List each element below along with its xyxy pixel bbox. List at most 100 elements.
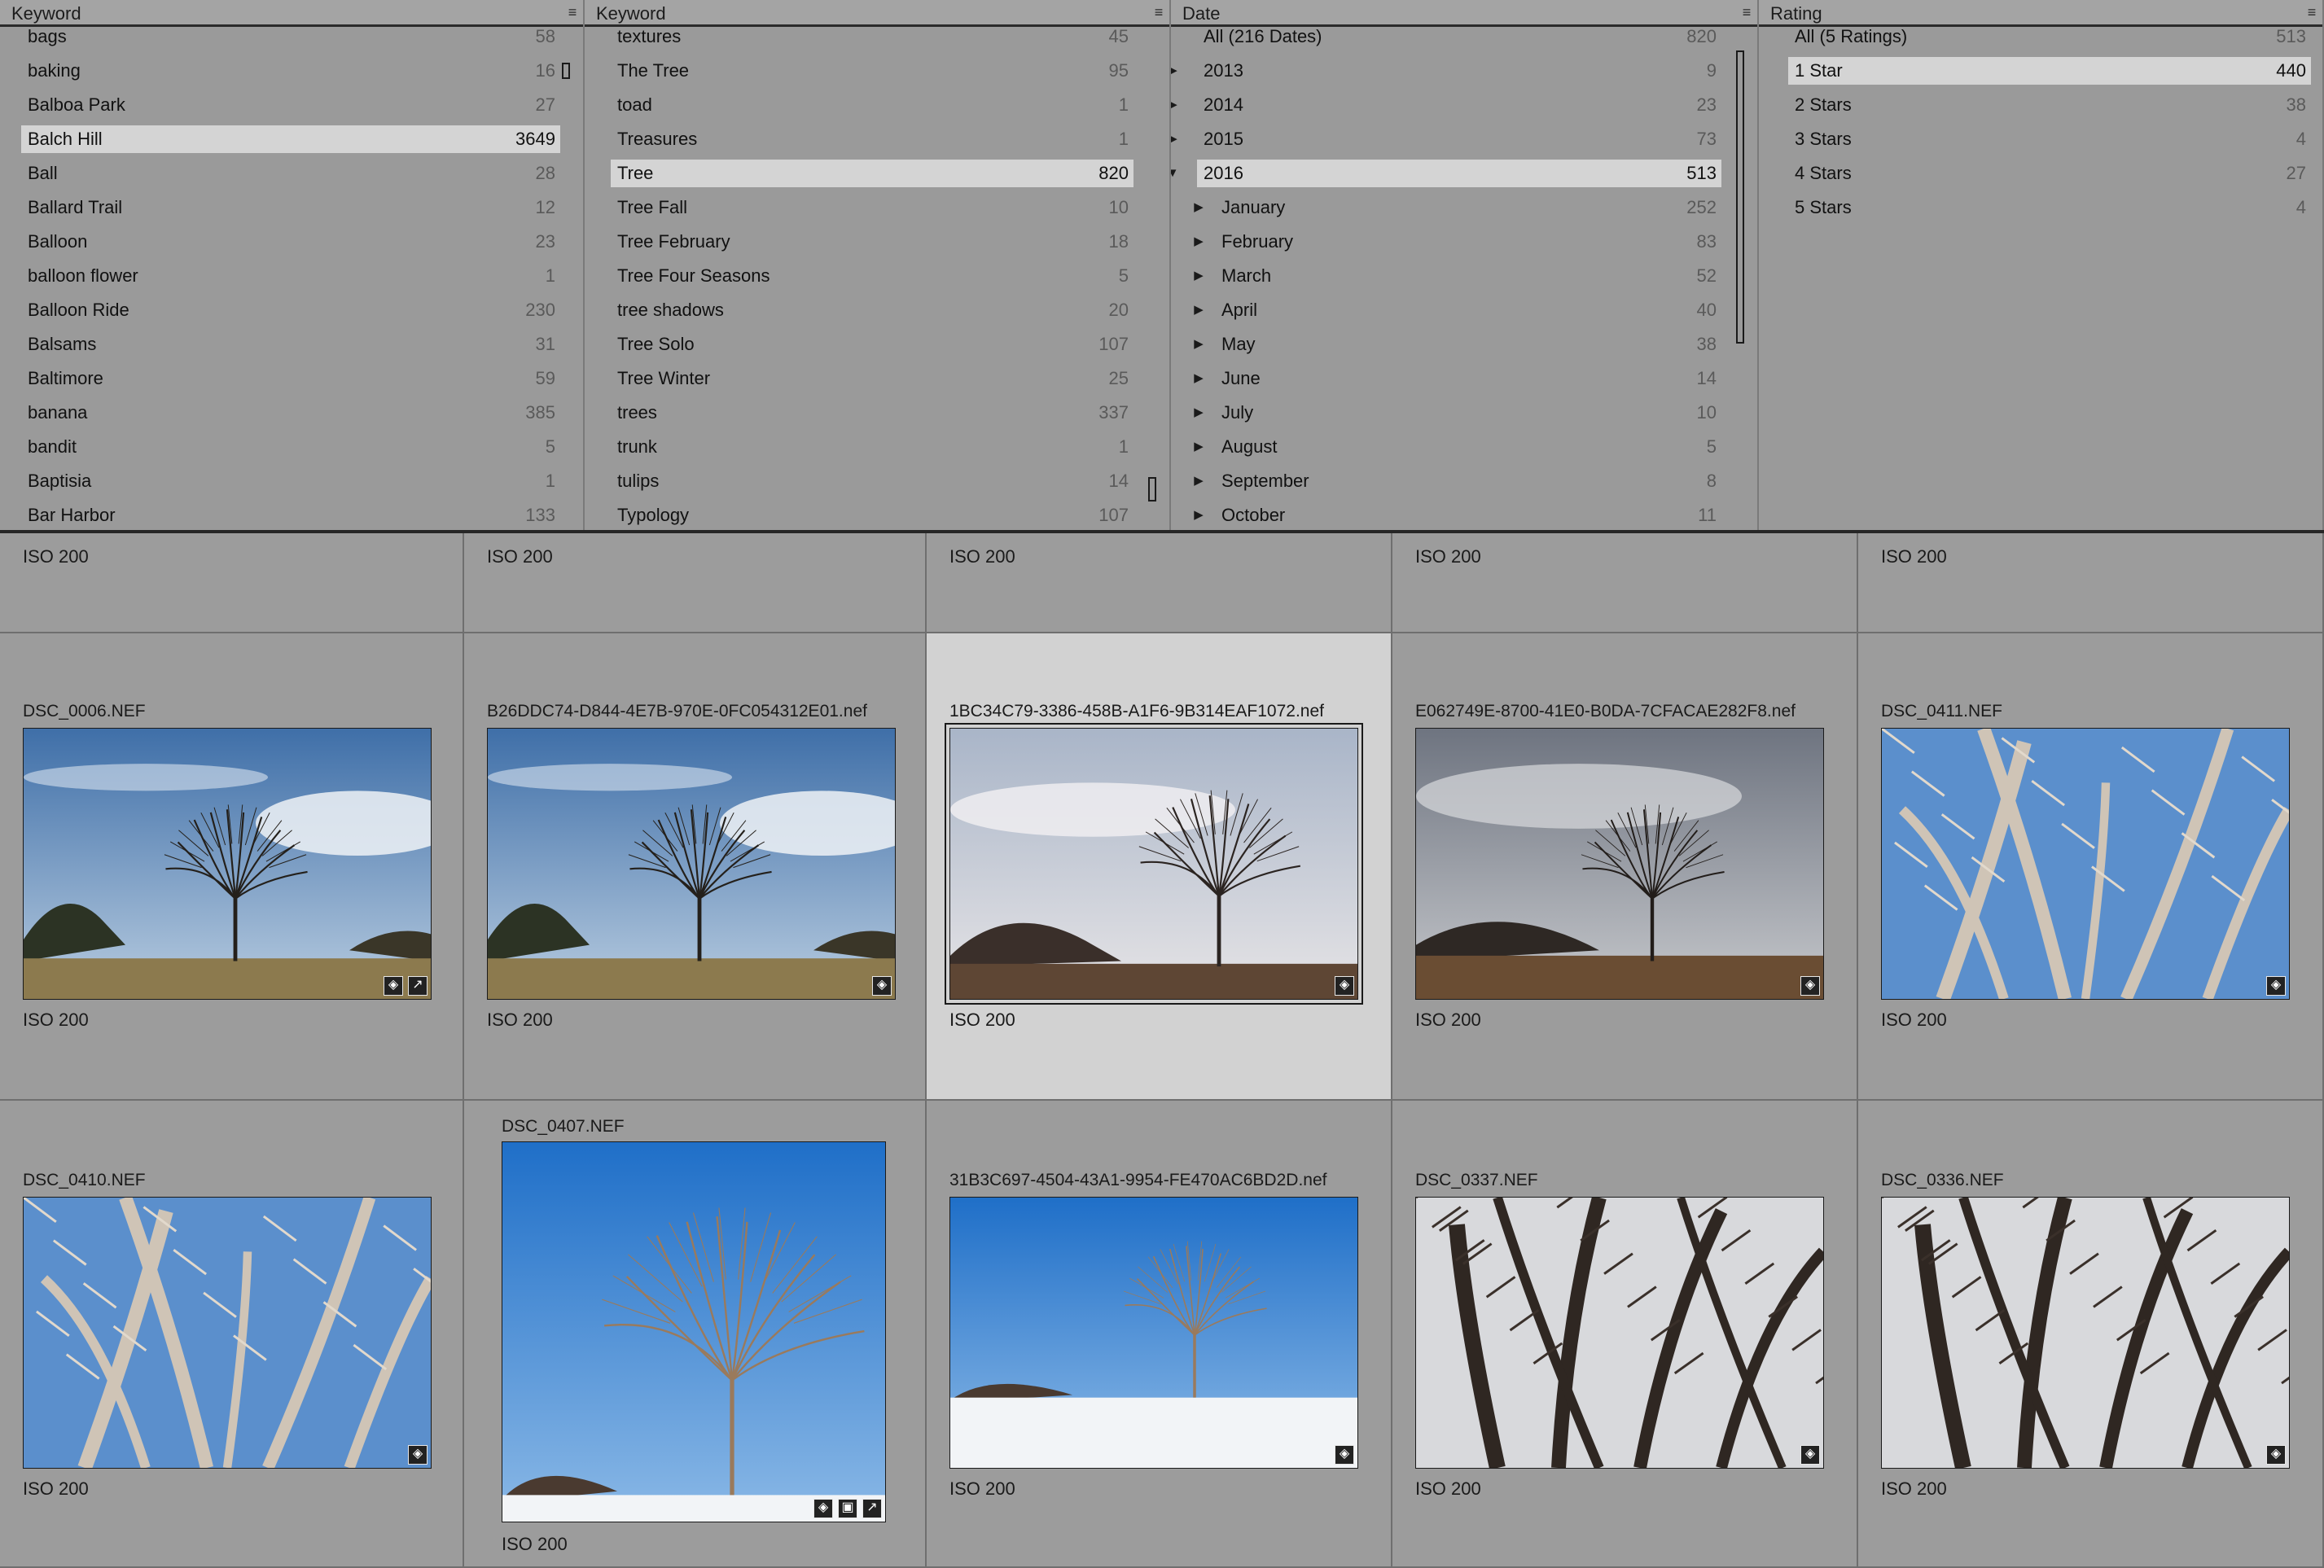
filter-row[interactable]: baking 16 <box>21 57 560 85</box>
disclosure-collapsed-icon[interactable]: ▶ <box>1171 57 1181 85</box>
filter-column-header[interactable]: Date <box>1171 0 1757 27</box>
filter-row[interactable]: ▶ January 252 <box>1194 194 1721 221</box>
filter-row[interactable]: 1 Star 440 <box>1788 57 2311 85</box>
filter-row[interactable]: 5 Stars 4 <box>1788 194 2311 221</box>
keyword-badge-icon[interactable]: ◈ <box>1800 976 1820 996</box>
scrollbar-thumb[interactable] <box>1148 477 1156 501</box>
photo-cell[interactable]: 1BC34C79-3386-458B-A1F6-9B314EAF1072.nef… <box>927 633 1392 1101</box>
grid-cell[interactable]: ISO 200 <box>0 533 464 633</box>
photo-thumbnail[interactable]: ◈ <box>1881 728 2290 1000</box>
filter-row[interactable]: Tree Solo 107 <box>611 331 1133 358</box>
photo-cell[interactable]: E062749E-8700-41E0-B0DA-7CFACAE282F8.nef… <box>1392 633 1858 1101</box>
keyword-badge-icon[interactable]: ◈ <box>872 976 892 996</box>
grid-cell[interactable]: ISO 200 <box>464 533 927 633</box>
scrollbar[interactable] <box>562 39 573 520</box>
photo-thumbnail[interactable]: ◈ <box>949 1197 1358 1469</box>
scrollbar-thumb[interactable] <box>1736 50 1744 344</box>
filter-row[interactable]: ▶ March 52 <box>1194 262 1721 290</box>
filter-row[interactable]: Treasures 1 <box>611 125 1133 153</box>
photo-cell[interactable]: DSC_0410.NEF ◈ ISO 200 <box>0 1101 464 1568</box>
photo-cell[interactable]: 31B3C697-4504-43A1-9954-FE470AC6BD2D.nef… <box>927 1101 1392 1568</box>
keyword-badge-icon[interactable]: ◈ <box>2266 976 2286 996</box>
disclosure-collapsed-icon[interactable]: ▶ <box>1171 125 1181 153</box>
keyword-badge-icon[interactable]: ◈ <box>384 976 403 996</box>
photo-cell[interactable]: DSC_0411.NEF ◈ ISO 200 <box>1858 633 2324 1101</box>
filter-column-title[interactable]: Rating <box>1770 3 1822 24</box>
grid-cell[interactable]: ISO 200 <box>1392 533 1858 633</box>
photo-thumbnail[interactable]: ◈ <box>1415 728 1824 1000</box>
filter-column-title[interactable]: Date <box>1182 3 1220 24</box>
filter-row[interactable]: textures 45 <box>611 23 1133 50</box>
disclosure-collapsed-icon[interactable]: ▶ <box>1191 365 1207 392</box>
filter-row[interactable]: 3 Stars 4 <box>1788 125 2311 153</box>
scrollbar[interactable] <box>1736 39 1747 520</box>
keyword-badge-icon[interactable]: ◈ <box>1335 976 1354 996</box>
filter-row[interactable]: trees 337 <box>611 399 1133 427</box>
photo-cell[interactable]: DSC_0336.NEF ◈ ISO 200 <box>1858 1101 2324 1568</box>
develop-badge-icon[interactable]: ↗ <box>408 976 428 996</box>
filter-row[interactable]: Balloon 23 <box>21 228 560 256</box>
photo-thumbnail[interactable]: ◈ <box>949 728 1358 1000</box>
grid-cell[interactable]: ISO 200 <box>1858 533 2324 633</box>
filter-row[interactable]: Baptisia 1 <box>21 467 560 495</box>
filter-row[interactable]: Ball 28 <box>21 160 560 187</box>
disclosure-collapsed-icon[interactable]: ▶ <box>1171 91 1181 119</box>
filter-row[interactable]: ▶ 2013 9 <box>1171 57 1721 85</box>
filter-row[interactable]: 2 Stars 38 <box>1788 91 2311 119</box>
keyword-badge-icon[interactable]: ◈ <box>1800 1445 1820 1465</box>
disclosure-collapsed-icon[interactable]: ▶ <box>1191 433 1207 461</box>
column-menu-icon[interactable] <box>1741 7 1752 20</box>
filter-row[interactable]: The Tree 95 <box>611 57 1133 85</box>
disclosure-expanded-icon[interactable]: ▼ <box>1171 160 1181 187</box>
filter-row[interactable]: ▶ June 14 <box>1194 365 1721 392</box>
filter-row[interactable]: Tree February 18 <box>611 228 1133 256</box>
filter-row[interactable]: Balloon Ride 230 <box>21 296 560 324</box>
photo-thumbnail[interactable]: ◈ <box>1415 1197 1824 1469</box>
disclosure-collapsed-icon[interactable]: ▶ <box>1191 399 1207 427</box>
disclosure-collapsed-icon[interactable]: ▶ <box>1191 262 1207 290</box>
filter-column-header[interactable]: Keyword <box>0 0 583 27</box>
filter-row[interactable]: ▶ May 38 <box>1194 331 1721 358</box>
filter-column-title[interactable]: Keyword <box>596 3 666 24</box>
filter-row[interactable]: All (216 Dates) 820 <box>1197 23 1721 50</box>
keyword-badge-icon[interactable]: ◈ <box>408 1445 428 1465</box>
crop-badge-icon[interactable]: ▣ <box>838 1499 857 1518</box>
filter-row[interactable]: ▶ April 40 <box>1194 296 1721 324</box>
filter-row[interactable]: Baltimore 59 <box>21 365 560 392</box>
filter-row[interactable]: ▶ 2015 73 <box>1171 125 1721 153</box>
disclosure-collapsed-icon[interactable]: ▶ <box>1191 228 1207 256</box>
disclosure-collapsed-icon[interactable]: ▶ <box>1191 194 1207 221</box>
photo-cell[interactable]: B26DDC74-D844-4E7B-970E-0FC054312E01.nef… <box>464 633 927 1101</box>
filter-row[interactable]: ▶ October 11 <box>1194 501 1721 529</box>
scrollbar[interactable] <box>1148 39 1160 520</box>
filter-column-header[interactable]: Rating <box>1759 0 2322 27</box>
filter-row[interactable]: ▶ 2014 23 <box>1171 91 1721 119</box>
photo-thumbnail[interactable]: ◈ <box>487 728 896 1000</box>
photo-cell[interactable]: DSC_0006.NEF ◈ ↗ ISO 200 <box>0 633 464 1101</box>
filter-row[interactable]: tulips 14 <box>611 467 1133 495</box>
filter-row[interactable]: bandit 5 <box>21 433 560 461</box>
keyword-badge-icon[interactable]: ◈ <box>2266 1445 2286 1465</box>
column-menu-icon[interactable] <box>2306 7 2317 20</box>
filter-row[interactable]: 4 Stars 27 <box>1788 160 2311 187</box>
filter-row[interactable]: Balboa Park 27 <box>21 91 560 119</box>
develop-badge-icon[interactable]: ↗ <box>862 1499 882 1518</box>
filter-row[interactable]: balloon flower 1 <box>21 262 560 290</box>
photo-thumbnail[interactable]: ◈ <box>23 1197 432 1469</box>
column-menu-icon[interactable] <box>567 7 578 20</box>
filter-row[interactable]: toad 1 <box>611 91 1133 119</box>
filter-row[interactable]: Tree 820 <box>611 160 1133 187</box>
disclosure-collapsed-icon[interactable]: ▶ <box>1191 331 1207 358</box>
filter-row[interactable]: ▶ September 8 <box>1194 467 1721 495</box>
photo-cell[interactable]: DSC_0407.NEF ◈ ▣ ↗ ISO 200 <box>464 1101 927 1568</box>
filter-row[interactable]: ▶ August 5 <box>1194 433 1721 461</box>
photo-thumbnail[interactable]: ◈ <box>1881 1197 2290 1469</box>
photo-thumbnail[interactable]: ◈ ▣ ↗ <box>502 1141 886 1522</box>
filter-row[interactable]: bags 58 <box>21 23 560 50</box>
filter-row[interactable]: ▶ July 10 <box>1194 399 1721 427</box>
photo-cell[interactable]: DSC_0337.NEF ◈ ISO 200 <box>1392 1101 1858 1568</box>
filter-row[interactable]: Tree Fall 10 <box>611 194 1133 221</box>
filter-row[interactable]: Ballard Trail 12 <box>21 194 560 221</box>
filter-row[interactable]: trunk 1 <box>611 433 1133 461</box>
filter-row[interactable]: banana 385 <box>21 399 560 427</box>
